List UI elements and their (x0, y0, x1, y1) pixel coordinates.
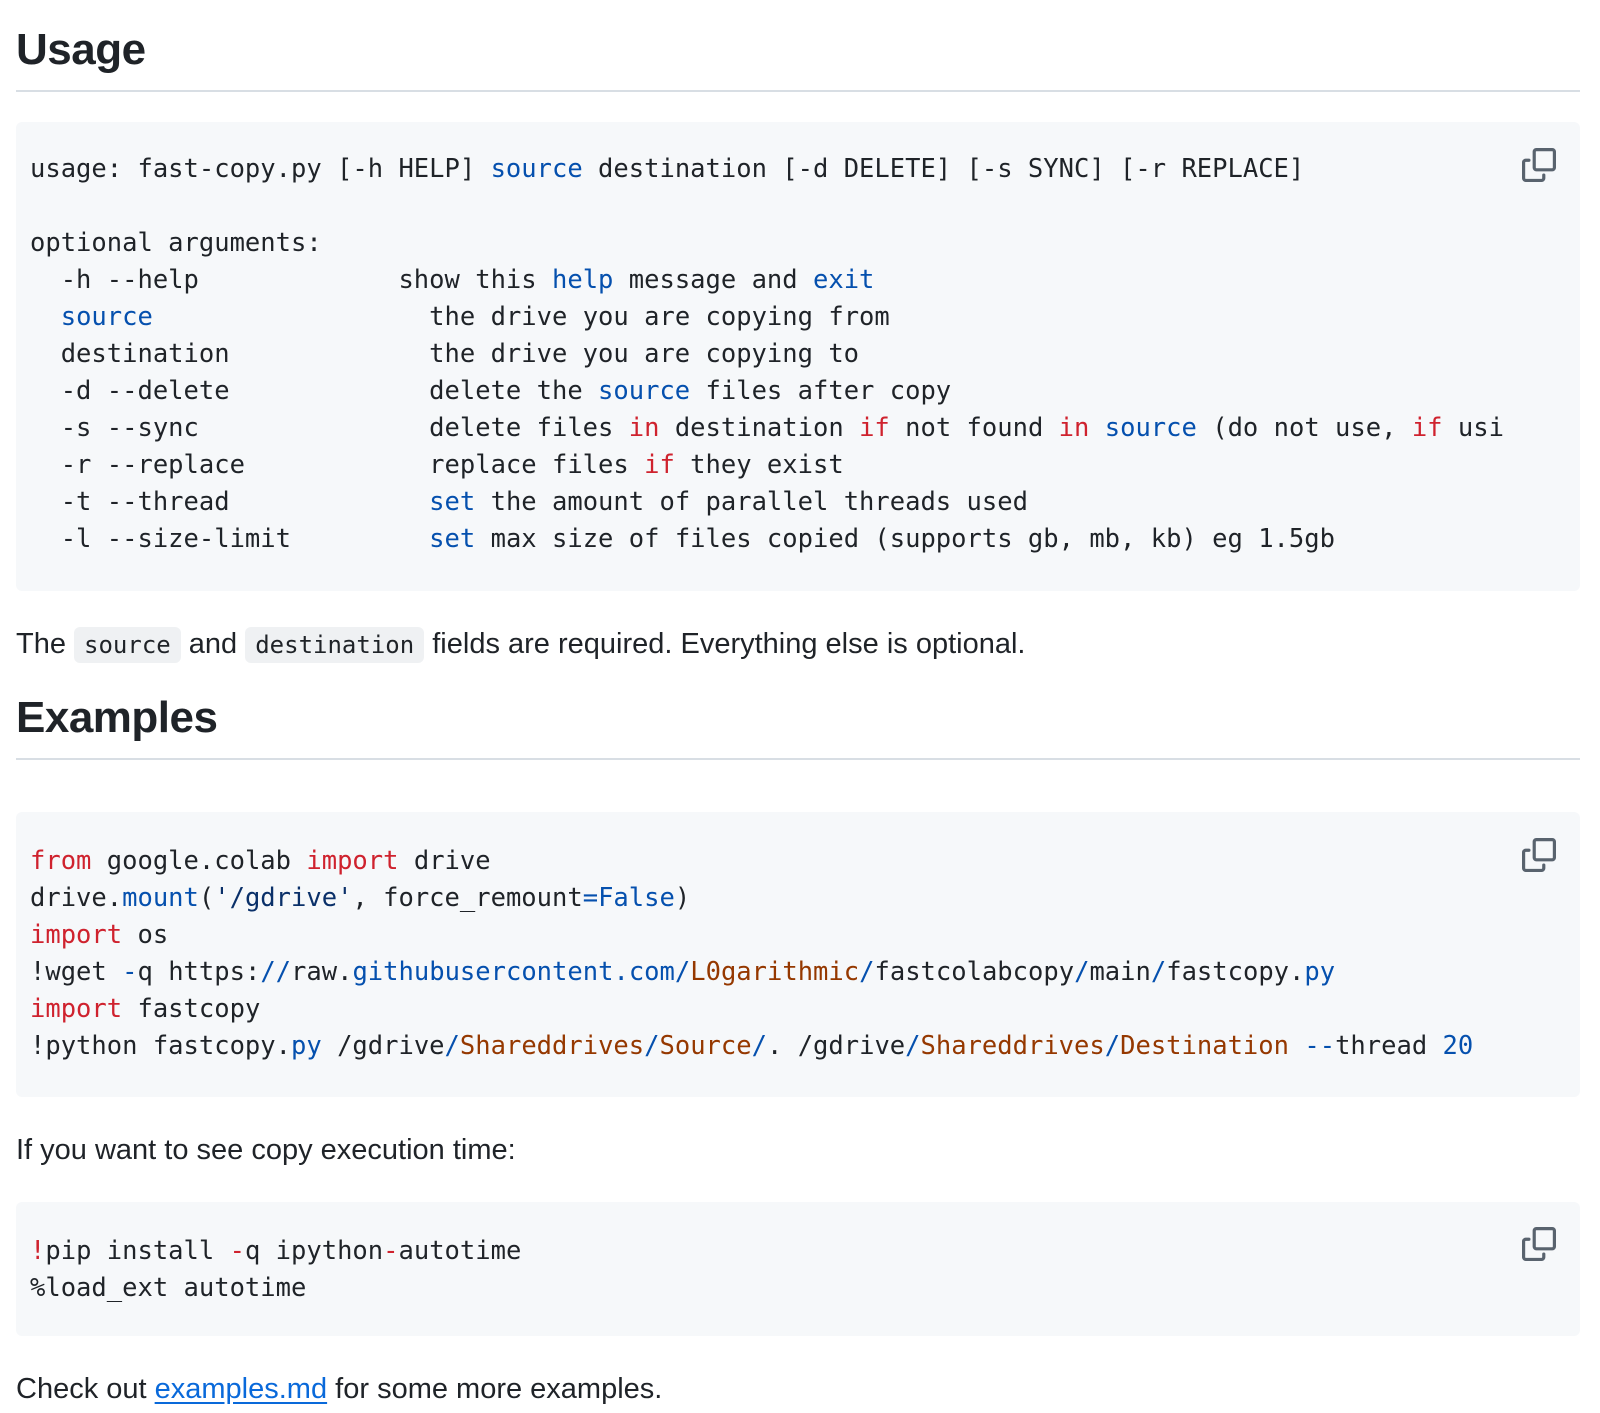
usage-line-sync: -s --sync delete files in destination if… (30, 413, 1504, 443)
readme-page: Usage usage: fast-copy.py [-h HELP] sour… (0, 0, 1600, 1413)
examples-line-3: import os (30, 920, 169, 950)
usage-line-size-limit: -l --size-limit set max size of files co… (30, 524, 1335, 554)
copy-icon (1522, 838, 1556, 872)
copy-examples-button[interactable] (1522, 838, 1556, 872)
usage-line-replace: -r --replace replace files if they exist (30, 450, 844, 480)
exec-time-text: If you want to see copy execution time: (16, 1134, 516, 1166)
check-out-text: Check out examples.md for some more exam… (16, 1373, 663, 1405)
usage-code: usage: fast-copy.py [-h HELP] source des… (30, 151, 1504, 558)
examples-line-4: !wget -q https://raw.githubusercontent.c… (30, 957, 1336, 987)
usage-line-1: usage: fast-copy.py [-h HELP] source des… (30, 154, 1305, 184)
copy-usage-button[interactable] (1522, 148, 1556, 182)
inline-code-destination: destination (245, 627, 425, 663)
copy-autotime-button[interactable] (1522, 1227, 1556, 1261)
usage-line-destination: destination the drive you are copying to (30, 339, 860, 369)
autotime-code: !pip install -q ipython-autotime %load_e… (30, 1233, 521, 1307)
usage-line-help: -h --help show this help message and exi… (30, 265, 875, 295)
examples-line-2: drive.mount('/gdrive', force_remount=Fal… (30, 883, 691, 913)
required-fields-text: The source and destination fields are re… (16, 624, 1025, 665)
autotime-line-1: !pip install -q ipython-autotime (30, 1236, 522, 1266)
examples-heading: Examples (16, 690, 1580, 760)
examples-code: from google.colab import drive drive.mou… (30, 843, 1473, 1065)
usage-line-2: optional arguments: (30, 228, 322, 258)
inline-code-source: source (74, 627, 181, 663)
usage-line-source: source the drive you are copying from (60, 302, 890, 332)
examples-line-5: import fastcopy (30, 994, 261, 1024)
copy-icon (1522, 1227, 1556, 1261)
usage-heading: Usage (16, 22, 1580, 92)
examples-line-6: !python fastcopy.py /gdrive/Shareddrives… (30, 1031, 1474, 1061)
examples-md-link[interactable]: examples.md (155, 1373, 327, 1405)
examples-line-1: from google.colab import drive (30, 846, 491, 876)
usage-line-delete: -d --delete delete the source files afte… (30, 376, 952, 406)
autotime-line-2: %load_ext autotime (30, 1273, 307, 1303)
copy-icon (1522, 148, 1556, 182)
usage-line-thread: -t --thread set the amount of parallel t… (30, 487, 1028, 517)
